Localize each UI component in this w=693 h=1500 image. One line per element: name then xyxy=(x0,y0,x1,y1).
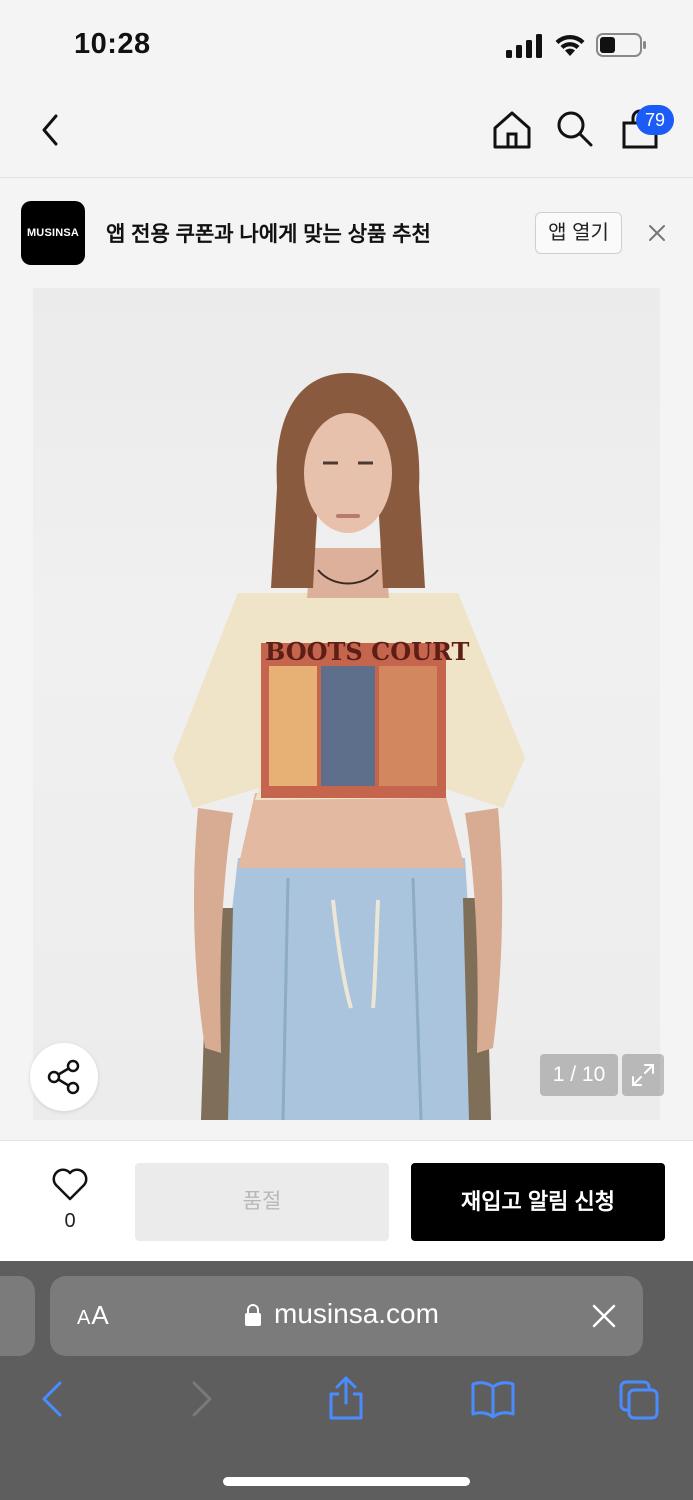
purchase-bar: 0 품절 재입고 알림 신청 xyxy=(0,1140,693,1261)
like-count: 0 xyxy=(64,1210,76,1232)
browser-share-icon[interactable] xyxy=(326,1375,366,1421)
share-icon xyxy=(47,1059,80,1095)
back-icon[interactable] xyxy=(34,110,68,150)
wifi-icon xyxy=(555,34,585,56)
home-icon[interactable] xyxy=(490,108,534,152)
banner-message: 앱 전용 쿠폰과 나에게 맞는 상품 추천 xyxy=(106,223,431,246)
text-size-small-a: A xyxy=(77,1307,92,1329)
cellular-signal-icon xyxy=(506,34,542,58)
soldout-button: 품절 xyxy=(135,1163,389,1241)
nav-bar xyxy=(0,90,693,178)
musinsa-logo: MUSINSA xyxy=(21,201,85,265)
home-indicator xyxy=(223,1477,470,1486)
share-button[interactable] xyxy=(30,1043,98,1111)
expand-image-button[interactable] xyxy=(622,1054,664,1096)
cart-count-badge: 79 xyxy=(636,105,674,135)
open-app-button[interactable]: 앱 열기 xyxy=(535,212,622,254)
lock-icon xyxy=(245,1304,261,1326)
bookmarks-icon[interactable] xyxy=(470,1379,516,1419)
tshirt-print-text: BOOTS COURT xyxy=(265,637,470,666)
product-image[interactable]: BOOTS COURT xyxy=(33,288,660,1120)
url-text: musinsa.com xyxy=(274,1298,439,1329)
image-counter: 1 / 10 xyxy=(540,1054,618,1096)
heart-icon[interactable] xyxy=(51,1166,89,1202)
tabs-icon[interactable] xyxy=(618,1379,660,1421)
status-bar: 10:28 xyxy=(0,0,693,90)
restock-alert-button[interactable]: 재입고 알림 신청 xyxy=(411,1163,665,1241)
close-icon[interactable] xyxy=(591,1303,617,1329)
app-install-banner: MUSINSA 앱 전용 쿠폰과 나에게 맞는 상품 추천 앱 열기 xyxy=(0,178,693,288)
browser-toolbar: AA musinsa.com xyxy=(0,1261,693,1500)
model-photo: BOOTS COURT xyxy=(173,373,525,1120)
text-size-large-a: A xyxy=(91,1300,110,1330)
expand-icon xyxy=(632,1064,654,1086)
address-bar[interactable]: AA musinsa.com xyxy=(50,1276,643,1356)
status-time: 10:28 xyxy=(74,28,151,60)
browser-forward-icon[interactable] xyxy=(188,1379,216,1419)
previous-tab-preview[interactable] xyxy=(0,1276,35,1356)
browser-back-icon[interactable] xyxy=(38,1379,66,1419)
battery-icon xyxy=(596,33,646,57)
search-icon[interactable] xyxy=(554,108,596,150)
text-size-button[interactable]: AA xyxy=(77,1300,110,1331)
close-icon[interactable] xyxy=(644,220,670,246)
